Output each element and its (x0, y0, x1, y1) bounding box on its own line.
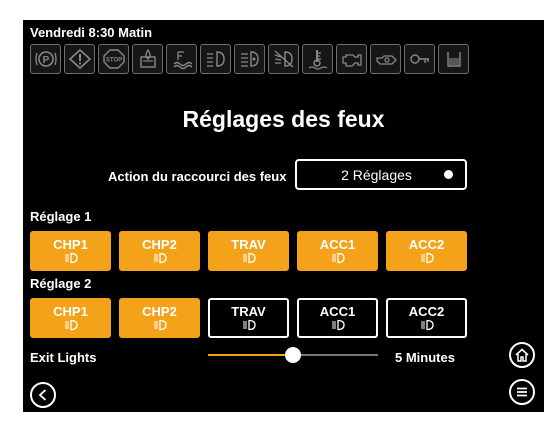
datetime: Vendredi 8:30 Matin (30, 25, 153, 40)
setting-1-lights: CHP1 CHP2 TRAV ACC1 ACC2 (30, 231, 467, 271)
low-beam-icon (200, 44, 231, 74)
back-button[interactable] (30, 382, 56, 408)
light-toggle-trav[interactable]: TRAV (208, 298, 289, 338)
light-toggle-label: CHP1 (53, 304, 88, 319)
parking-brake-icon: P (30, 44, 61, 74)
light-toggle-chp2[interactable]: CHP2 (119, 231, 200, 271)
page-title: Réglages des feux (182, 106, 385, 132)
exit-lights-label: Exit Lights (30, 350, 97, 365)
setting-2-label: Réglage 2 (30, 276, 92, 291)
light-toggle-chp1[interactable]: CHP1 (30, 298, 111, 338)
low-beam-icon (420, 252, 434, 264)
light-toggle-label: ACC1 (319, 237, 356, 252)
low-beam-icon (64, 319, 78, 331)
fuel-water-icon (132, 44, 163, 74)
stop-icon: STOP (98, 44, 129, 74)
coolant-level-icon (166, 44, 197, 74)
home-icon (515, 348, 529, 362)
display-screen: Vendredi 8:30 Matin P STOP Réglages des … (23, 20, 544, 412)
fog-off-icon (268, 44, 299, 74)
telltale-bar: P STOP (30, 44, 469, 74)
low-beam-icon (153, 319, 167, 331)
light-toggle-acc2[interactable]: ACC2 (386, 298, 467, 338)
light-toggle-label: TRAV (231, 237, 266, 252)
light-toggle-trav[interactable]: TRAV (208, 231, 289, 271)
light-toggle-chp2[interactable]: CHP2 (119, 298, 200, 338)
low-beam-icon (153, 252, 167, 264)
oil-pressure-icon (370, 44, 401, 74)
light-toggle-label: CHP1 (53, 237, 88, 252)
exit-lights-value: 5 Minutes (395, 350, 455, 365)
light-toggle-label: CHP2 (142, 304, 177, 319)
svg-text:STOP: STOP (105, 58, 121, 64)
exit-lights-slider[interactable] (208, 347, 378, 363)
key-icon (404, 44, 435, 74)
fuel-level-icon (438, 44, 469, 74)
home-button[interactable] (509, 342, 535, 368)
slider-fill (208, 354, 293, 356)
coolant-temp-icon (302, 44, 333, 74)
low-beam-icon (242, 319, 256, 331)
light-toggle-label: ACC2 (408, 237, 445, 252)
setting-2-lights: CHP1 CHP2 TRAV ACC1 ACC2 (30, 298, 467, 338)
light-toggle-label: ACC1 (319, 304, 356, 319)
light-toggle-acc1[interactable]: ACC1 (297, 231, 378, 271)
low-beam-icon (420, 319, 434, 331)
svg-text:P: P (42, 55, 49, 66)
low-beam-icon (64, 252, 78, 264)
back-icon (38, 389, 47, 401)
setting-1-label: Réglage 1 (30, 209, 92, 224)
warning-icon (64, 44, 95, 74)
light-toggle-chp1[interactable]: CHP1 (30, 231, 111, 271)
low-beam-icon (331, 319, 345, 331)
shortcut-label: Action du raccourci des feux (108, 169, 287, 184)
light-toggle-label: CHP2 (142, 237, 177, 252)
low-beam-icon (331, 252, 345, 264)
shortcut-select[interactable]: 2 Réglages (295, 159, 467, 190)
menu-button[interactable] (509, 379, 535, 405)
shortcut-value: 2 Réglages (341, 166, 412, 183)
menu-icon (517, 387, 527, 397)
light-toggle-label: ACC2 (408, 304, 445, 319)
selector-dot-icon (444, 170, 453, 179)
high-beam-icon (234, 44, 265, 74)
slider-thumb[interactable] (285, 347, 301, 363)
light-toggle-label: TRAV (231, 304, 266, 319)
light-toggle-acc1[interactable]: ACC1 (297, 298, 378, 338)
low-beam-icon (242, 252, 256, 264)
engine-check-icon (336, 44, 367, 74)
light-toggle-acc2[interactable]: ACC2 (386, 231, 467, 271)
